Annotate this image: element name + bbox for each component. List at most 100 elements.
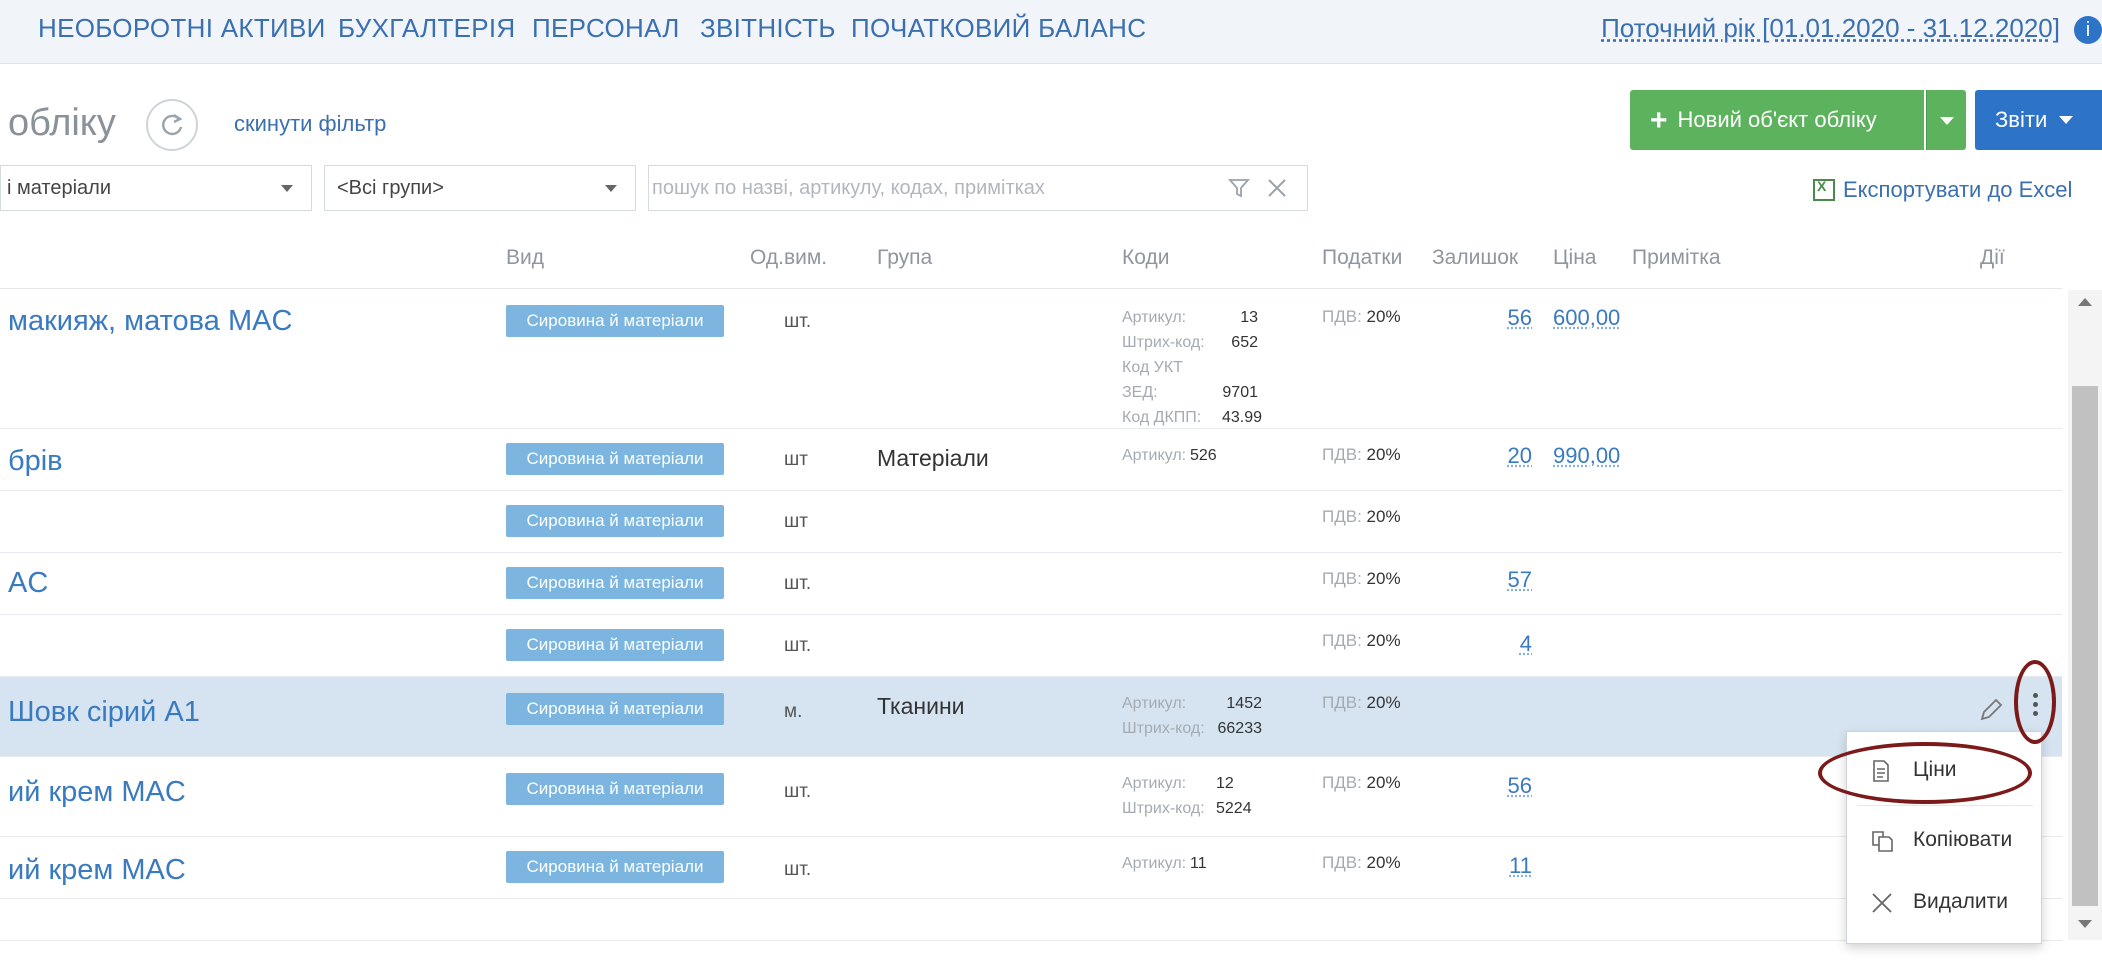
type-filter-value: і матеріали — [7, 177, 112, 199]
vat-cell: ПДВ: 20% — [1322, 445, 1401, 465]
codes-cell: Артикул: 13 Штрих-код: 652 Код УКТ ЗЕД: 970… — [1122, 305, 1263, 430]
code-label: Код УКТ ЗЕД: — [1122, 359, 1183, 401]
stock-link[interactable]: 20 — [1472, 443, 1532, 469]
table-row[interactable]: ий крем MAC Сировина й матеріали шт. Арт… — [0, 837, 2062, 899]
code-value: 11 — [1190, 855, 1207, 872]
menu-divider — [1857, 805, 2033, 806]
period-selector[interactable]: Поточний рік [01.01.2020 - 31.12.2020] — [1601, 13, 2060, 44]
scroll-up-icon[interactable] — [2078, 298, 2092, 306]
vat-value: 20% — [1366, 569, 1401, 588]
reset-filter-link[interactable]: скинути фільтр — [234, 111, 386, 137]
scrollbar-thumb[interactable] — [2072, 386, 2098, 906]
copy-icon — [1872, 831, 1893, 852]
column-group[interactable]: Група — [877, 246, 932, 270]
nav-fixed-assets[interactable]: НЕОБОРОТНІ АКТИВИ — [38, 13, 326, 44]
top-navigation: НЕОБОРОТНІ АКТИВИ БУХГАЛТЕРІЯ ПЕРСОНАЛ З… — [0, 0, 2102, 64]
kind-badge: Сировина й матеріали — [506, 443, 724, 475]
group-filter-value: <Всі групи> — [337, 177, 444, 199]
close-icon — [1872, 893, 1892, 913]
document-icon — [1873, 760, 1889, 782]
clear-icon[interactable] — [1265, 176, 1289, 200]
nav-accounting[interactable]: БУХГАЛТЕРІЯ — [338, 13, 516, 44]
table-row[interactable]: макияж, матова MAC Сировина й матеріали … — [0, 289, 2062, 429]
vat-label: ПДВ: — [1322, 773, 1362, 792]
code-label: Штрих-код: — [1122, 800, 1205, 817]
refresh-button[interactable] — [146, 99, 198, 151]
stock-link[interactable]: 4 — [1472, 631, 1532, 657]
table-scrollbar[interactable] — [2068, 290, 2102, 940]
menu-item-copy[interactable]: Копіювати — [1847, 816, 2043, 866]
stock-link[interactable]: 56 — [1472, 773, 1532, 799]
stock-link[interactable]: 56 — [1472, 305, 1532, 331]
column-kind[interactable]: Вид — [506, 246, 544, 270]
item-name-link[interactable]: брів — [8, 445, 63, 478]
column-codes[interactable]: Коди — [1122, 246, 1169, 270]
vat-cell: ПДВ: 20% — [1322, 631, 1401, 651]
vat-label: ПДВ: — [1322, 693, 1362, 712]
vat-value: 20% — [1366, 507, 1401, 526]
excel-icon — [1813, 178, 1835, 201]
table-row-selected[interactable]: Шовк сірий А1 Сировина й матеріали м. Тк… — [0, 677, 2062, 757]
row-actions-menu: Ціни Копіювати Видалити — [1846, 731, 2042, 944]
vat-label: ПДВ: — [1322, 631, 1362, 650]
group-cell: Матеріали — [877, 445, 989, 471]
group-cell: Тканини — [877, 693, 965, 719]
caret-down-icon — [2059, 116, 2074, 124]
item-name-link[interactable]: ий крем MAC — [8, 776, 186, 809]
nav-opening-balance[interactable]: ПОЧАТКОВИЙ БАЛАНС — [851, 13, 1146, 44]
unit-cell: шт. — [784, 311, 812, 332]
pencil-icon[interactable] — [1978, 697, 2004, 723]
menu-item-delete[interactable]: Видалити — [1847, 878, 2043, 928]
nav-reporting[interactable]: ЗВІТНІСТЬ — [700, 13, 836, 44]
reports-label: Звіти — [1995, 107, 2048, 132]
item-name-link[interactable]: ий крем MAC — [8, 854, 186, 887]
vat-cell: ПДВ: 20% — [1322, 853, 1401, 873]
stock-link[interactable]: 57 — [1472, 567, 1532, 593]
table-row[interactable]: AC Сировина й матеріали шт. ПДВ: 20% 57 — [0, 553, 2062, 615]
filter-icon[interactable] — [1227, 176, 1251, 200]
item-name-link[interactable]: AC — [8, 567, 48, 600]
unit-cell: м. — [784, 701, 803, 722]
price-link[interactable]: 600,00 — [1553, 305, 1620, 331]
column-note[interactable]: Примітка — [1632, 246, 1721, 270]
unit-cell: шт. — [784, 573, 812, 594]
item-name-link[interactable]: Шовк сірий А1 — [8, 696, 200, 729]
code-value: 43.99 — [1222, 409, 1263, 426]
search-box — [648, 165, 1308, 211]
column-stock[interactable]: Залишок — [1432, 246, 1518, 270]
column-unit[interactable]: Од.вим. — [750, 246, 827, 270]
table-row[interactable]: Сировина й матеріали шт. ПДВ: 20% 4 — [0, 615, 2062, 677]
table-row[interactable]: Сировина й матеріали шт ПДВ: 20% — [0, 491, 2062, 553]
vat-label: ПДВ: — [1322, 445, 1362, 464]
column-taxes[interactable]: Податки — [1322, 246, 1402, 270]
stock-link[interactable]: 11 — [1472, 853, 1532, 879]
vat-label: ПДВ: — [1322, 569, 1362, 588]
search-input[interactable] — [652, 168, 1192, 209]
vat-value: 20% — [1366, 631, 1401, 650]
menu-item-prices[interactable]: Ціни — [1847, 746, 2043, 796]
price-link[interactable]: 990,00 — [1553, 443, 1620, 469]
table-row[interactable]: брів Сировина й матеріали шт Матеріали А… — [0, 429, 2062, 491]
info-icon[interactable]: i — [2074, 16, 2102, 44]
new-object-dropdown-button[interactable] — [1926, 90, 1966, 150]
item-name-link[interactable]: макияж, матова MAC — [8, 305, 292, 338]
vat-label: ПДВ: — [1322, 307, 1362, 326]
kind-badge: Сировина й матеріали — [506, 305, 724, 337]
plus-icon: + — [1650, 104, 1668, 137]
code-value: 66233 — [1217, 720, 1263, 737]
scroll-down-icon[interactable] — [2078, 920, 2092, 928]
vat-value: 20% — [1366, 307, 1401, 326]
nav-personnel[interactable]: ПЕРСОНАЛ — [532, 13, 680, 44]
table-row[interactable]: ий крем MAC Сировина й матеріали шт. Арт… — [0, 757, 2062, 837]
code-value: 652 — [1231, 334, 1258, 351]
code-label: Артикул: — [1122, 309, 1187, 326]
group-filter-select[interactable]: <Всі групи> — [324, 165, 636, 211]
new-object-button[interactable]: + Новий об'єкт обліку — [1630, 90, 1924, 150]
more-actions-icon[interactable] — [2029, 693, 2041, 720]
export-excel-link[interactable]: Експортувати до Excel — [1813, 177, 2072, 203]
column-price[interactable]: Ціна — [1553, 246, 1596, 270]
type-filter-select[interactable]: і матеріали — [0, 165, 312, 211]
vat-value: 20% — [1366, 773, 1401, 792]
codes-cell: Артикул: 12 Штрих-код: 5224 — [1122, 771, 1252, 821]
reports-button[interactable]: Звіти — [1975, 90, 2102, 150]
